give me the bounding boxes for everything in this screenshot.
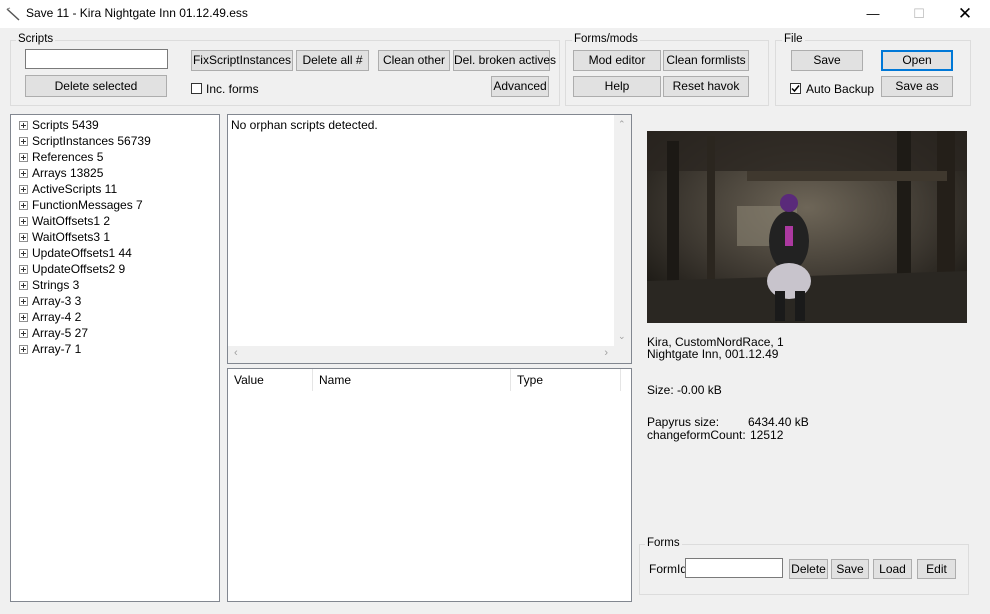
save-screenshot <box>647 131 967 323</box>
save-button[interactable]: Save <box>791 50 863 71</box>
expand-icon[interactable] <box>19 121 28 130</box>
inc-forms-label: Inc. forms <box>206 82 259 96</box>
scripts-group-label: Scripts <box>16 33 56 45</box>
save-as-button[interactable]: Save as <box>881 76 953 97</box>
tree-item[interactable]: ScriptInstances 56739 <box>19 133 151 149</box>
file-group-label: File <box>782 33 805 45</box>
tree-item[interactable]: References 5 <box>19 149 103 165</box>
column-header-value[interactable]: Value <box>228 369 313 391</box>
message-panel[interactable]: No orphan scripts detected. ⌃ ⌄ ‹ › <box>227 114 632 364</box>
expand-icon[interactable] <box>19 249 28 258</box>
form-edit-button[interactable]: Edit <box>917 559 956 579</box>
scrollbar-corner <box>614 346 631 363</box>
close-icon[interactable]: ✕ <box>942 0 988 28</box>
delete-all-button[interactable]: Delete all # <box>296 50 369 71</box>
scroll-up-icon[interactable]: ⌃ <box>618 119 626 130</box>
horizontal-scrollbar[interactable]: ‹ › <box>228 346 614 363</box>
checkmark-icon <box>791 85 800 93</box>
tree-item[interactable]: UpdateOffsets2 9 <box>19 261 125 277</box>
expand-icon[interactable] <box>19 281 28 290</box>
script-filter-input[interactable] <box>25 49 168 69</box>
expand-icon[interactable] <box>19 185 28 194</box>
fix-script-instances-button[interactable]: FixScriptInstances <box>191 50 293 71</box>
column-header-type[interactable]: Type <box>511 369 621 391</box>
message-text: No orphan scripts detected. <box>231 118 378 132</box>
tree-item[interactable]: Strings 3 <box>19 277 79 293</box>
expand-icon[interactable] <box>19 233 28 242</box>
reset-havok-button[interactable]: Reset havok <box>663 76 749 97</box>
expand-icon[interactable] <box>19 137 28 146</box>
vertical-scrollbar[interactable]: ⌃ ⌄ <box>614 115 631 346</box>
tree-item[interactable]: Array-3 3 <box>19 293 81 309</box>
tree-item[interactable]: Arrays 13825 <box>19 165 103 181</box>
expand-icon[interactable] <box>19 153 28 162</box>
form-load-button[interactable]: Load <box>873 559 912 579</box>
scroll-right-icon[interactable]: › <box>604 347 608 359</box>
scroll-left-icon[interactable]: ‹ <box>234 347 238 359</box>
expand-icon[interactable] <box>19 217 28 226</box>
tree-item[interactable]: Scripts 5439 <box>19 117 99 133</box>
tree-item[interactable]: WaitOffsets3 1 <box>19 229 110 245</box>
del-broken-actives-button[interactable]: Del. broken actives <box>453 50 556 71</box>
auto-backup-checkbox[interactable] <box>790 83 801 94</box>
table-header: Value Name Type <box>228 369 631 391</box>
size-info: Size: -0.00 kB <box>647 383 722 397</box>
forms-group-label: Forms <box>645 537 682 549</box>
title-bar: Save 11 - Kira Nightgate Inn 01.12.49.es… <box>0 0 990 28</box>
delete-selected-button[interactable]: Delete selected <box>25 75 167 97</box>
app-icon <box>6 7 20 21</box>
changeform-count-label: changeformCount: <box>647 428 746 442</box>
clean-formlists-button[interactable]: Clean formlists <box>663 50 749 71</box>
tree-item[interactable]: Array-5 27 <box>19 325 88 341</box>
tree-item[interactable]: FunctionMessages 7 <box>19 197 143 213</box>
form-delete-button[interactable]: Delete <box>789 559 828 579</box>
formid-input[interactable] <box>685 558 783 578</box>
tree-item[interactable]: Array-4 2 <box>19 309 81 325</box>
expand-icon[interactable] <box>19 345 28 354</box>
expand-icon[interactable] <box>19 265 28 274</box>
column-header-name[interactable]: Name <box>313 369 511 391</box>
scroll-down-icon[interactable]: ⌄ <box>618 331 626 342</box>
tree-item[interactable]: Array-7 1 <box>19 341 81 357</box>
tree-item[interactable]: ActiveScripts 11 <box>19 181 117 197</box>
minimize-icon[interactable]: — <box>850 0 896 28</box>
tree-panel[interactable]: Scripts 5439 ScriptInstances 56739 Refer… <box>10 114 220 602</box>
auto-backup-label: Auto Backup <box>806 82 875 96</box>
maximize-icon[interactable]: ☐ <box>896 0 942 28</box>
expand-icon[interactable] <box>19 297 28 306</box>
location-info: Nightgate Inn, 001.12.49 <box>647 347 779 361</box>
expand-icon[interactable] <box>19 313 28 322</box>
expand-icon[interactable] <box>19 329 28 338</box>
clean-other-button[interactable]: Clean other <box>378 50 450 71</box>
formid-label: FormId <box>649 562 688 576</box>
help-button[interactable]: Help <box>573 76 661 97</box>
open-button[interactable]: Open <box>881 50 953 71</box>
value-table[interactable]: Value Name Type <box>227 368 632 602</box>
expand-icon[interactable] <box>19 201 28 210</box>
tree-item[interactable]: WaitOffsets1 2 <box>19 213 110 229</box>
mod-editor-button[interactable]: Mod editor <box>573 50 661 71</box>
expand-icon[interactable] <box>19 169 28 178</box>
formsmods-group-label: Forms/mods <box>572 33 640 45</box>
inc-forms-checkbox[interactable] <box>191 83 202 94</box>
form-save-button[interactable]: Save <box>831 559 869 579</box>
changeform-count-value: 12512 <box>750 428 784 442</box>
window-title: Save 11 - Kira Nightgate Inn 01.12.49.es… <box>26 6 248 20</box>
advanced-button[interactable]: Advanced <box>491 76 549 97</box>
tree-item[interactable]: UpdateOffsets1 44 <box>19 245 132 261</box>
